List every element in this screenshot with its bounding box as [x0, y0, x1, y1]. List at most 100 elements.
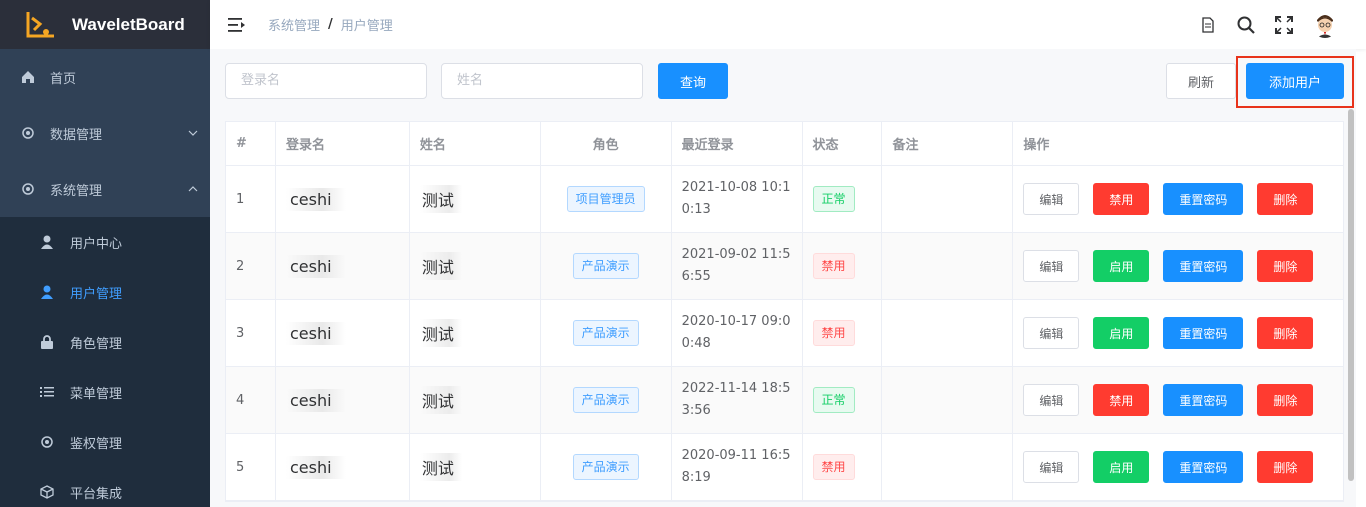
reset-password-button[interactable]: 重置密码: [1163, 250, 1244, 282]
table-row: 4 ceshi 测试 产品演示 2022-11-14 18:53:56 正常 编…: [226, 367, 1343, 434]
edit-button[interactable]: 编辑: [1023, 451, 1080, 483]
gear-icon: [20, 181, 36, 197]
menu-toggle-icon[interactable]: [228, 17, 246, 33]
brand-name: WaveletBoard: [72, 14, 185, 34]
lock-icon: [40, 335, 54, 349]
breadcrumb-current: 用户管理: [340, 19, 393, 34]
enable-button[interactable]: 启用: [1093, 317, 1150, 349]
highlight-box: [1236, 56, 1354, 108]
login-name-input[interactable]: 登录名: [225, 63, 427, 99]
delete-button[interactable]: 删除: [1257, 317, 1314, 349]
gear-icon: [40, 435, 54, 449]
column-header: 备注: [882, 122, 1014, 165]
table-row: 3 ceshi 测试 产品演示 2020-10-17 09:00:48 禁用 编…: [226, 300, 1343, 367]
note: [882, 367, 1014, 433]
search-toolbar: 登录名 姓名 查询 刷新 添加用户: [225, 56, 1356, 108]
edit-button[interactable]: 编辑: [1023, 183, 1080, 215]
sidebar-item-home[interactable]: 首页: [0, 49, 210, 105]
submenu-system-management: 用户中心 用户管理 角色管理 菜单管理 鉴权管理 平台集成: [0, 217, 210, 507]
enable-button[interactable]: 启用: [1093, 451, 1150, 483]
cube-icon: [40, 485, 54, 499]
edit-button[interactable]: 编辑: [1023, 317, 1080, 349]
status-badge: 正常: [812, 186, 855, 212]
column-header: 登录名: [276, 122, 410, 165]
edit-button[interactable]: 编辑: [1023, 384, 1080, 416]
reset-password-button[interactable]: 重置密码: [1163, 317, 1244, 349]
search-icon[interactable]: [1236, 15, 1256, 35]
breadcrumb-item[interactable]: 系统管理: [268, 15, 320, 34]
sidebar-item-label: 系统管理: [50, 183, 103, 199]
gear-icon: [20, 125, 36, 141]
column-header: 状态: [803, 122, 883, 165]
query-button[interactable]: 查询: [658, 63, 728, 99]
last-login: 2022-11-14 18:53:56: [681, 381, 791, 418]
breadcrumb: 系统管理 / 用户管理: [268, 15, 393, 34]
refresh-button[interactable]: 刷新: [1166, 63, 1236, 99]
disable-button[interactable]: 禁用: [1093, 384, 1150, 416]
name-input[interactable]: 姓名: [441, 63, 643, 99]
delete-button[interactable]: 删除: [1257, 451, 1314, 483]
brand[interactable]: WaveletBoard: [0, 0, 210, 49]
user-icon: [40, 285, 54, 299]
delete-button[interactable]: 删除: [1257, 384, 1314, 416]
disable-button[interactable]: 禁用: [1093, 183, 1150, 215]
column-header: #: [226, 122, 276, 165]
delete-button[interactable]: 删除: [1257, 250, 1314, 282]
list-icon: [40, 385, 54, 399]
real-name: 测试: [419, 185, 462, 213]
main-content: 登录名 姓名 查询 刷新 添加用户 # 登录名 姓名 角色 最近登录 状态 备注…: [210, 49, 1356, 507]
note: [882, 166, 1014, 232]
note: [882, 300, 1014, 366]
avatar[interactable]: [1312, 11, 1338, 38]
chevron-down-icon: [188, 130, 198, 136]
sidebar-item-label: 用户中心: [70, 236, 123, 252]
sidebar-item-label: 数据管理: [50, 127, 103, 143]
reset-password-button[interactable]: 重置密码: [1163, 384, 1244, 416]
real-name: 测试: [419, 252, 462, 280]
logo-icon: [26, 11, 54, 37]
document-icon[interactable]: [1198, 15, 1218, 35]
sidebar-item-data-management[interactable]: 数据管理: [0, 105, 210, 161]
breadcrumb-separator: /: [328, 17, 333, 32]
header-actions: [1180, 0, 1338, 49]
sidebar-item-menu-management[interactable]: 菜单管理: [0, 367, 210, 417]
sidebar-item-user-management[interactable]: 用户管理: [0, 267, 210, 317]
sidebar-item-label: 平台集成: [70, 486, 123, 502]
reset-password-button[interactable]: 重置密码: [1163, 183, 1244, 215]
app-root: WaveletBoard 首页 数据管理 系统管理 用户中心 用户管理 角色管理…: [0, 0, 1366, 507]
role-tag: 产品演示: [572, 320, 639, 346]
edit-button[interactable]: 编辑: [1023, 250, 1080, 282]
table-row: 5 ceshi 测试 产品演示 2020-09-11 16:58:19 禁用 编…: [226, 434, 1343, 501]
column-header: 最近登录: [672, 122, 803, 165]
row-index: 2: [226, 233, 276, 299]
row-index: 5: [226, 434, 276, 500]
vertical-scrollbar[interactable]: [1348, 109, 1354, 481]
reset-password-button[interactable]: 重置密码: [1163, 451, 1244, 483]
fullscreen-icon[interactable]: [1274, 15, 1294, 35]
note: [882, 434, 1014, 500]
table-header: # 登录名 姓名 角色 最近登录 状态 备注 操作: [226, 122, 1343, 166]
status-badge: 禁用: [812, 320, 855, 346]
sidebar-item-auth-management[interactable]: 鉴权管理: [0, 417, 210, 467]
user-table: # 登录名 姓名 角色 最近登录 状态 备注 操作 1 ceshi 测试 项目管…: [225, 121, 1344, 502]
sidebar-item-role-management[interactable]: 角色管理: [0, 317, 210, 367]
table-row: 1 ceshi 测试 项目管理员 2021-10-08 10:10:13 正常 …: [226, 166, 1343, 233]
login-name: ceshi: [285, 321, 346, 345]
sidebar-item-label: 鉴权管理: [70, 436, 123, 452]
status-badge: 正常: [812, 387, 855, 413]
login-name: ceshi: [285, 455, 346, 479]
sidebar-item-label: 首页: [50, 71, 77, 87]
login-name: ceshi: [285, 388, 346, 412]
column-header: 操作: [1023, 138, 1050, 153]
column-header: 姓名: [410, 122, 541, 165]
sidebar-item-system-management[interactable]: 系统管理: [0, 161, 210, 217]
sidebar-item-platform-integration[interactable]: 平台集成: [0, 467, 210, 507]
home-icon: [20, 69, 36, 85]
row-index: 4: [226, 367, 276, 433]
delete-button[interactable]: 删除: [1257, 183, 1314, 215]
sidebar-item-label: 角色管理: [70, 336, 123, 352]
last-login: 2020-10-17 09:00:48: [681, 314, 791, 351]
enable-button[interactable]: 启用: [1093, 250, 1150, 282]
sidebar-item-user-center[interactable]: 用户中心: [0, 217, 210, 267]
last-login: 2021-09-02 11:56:55: [681, 247, 791, 284]
